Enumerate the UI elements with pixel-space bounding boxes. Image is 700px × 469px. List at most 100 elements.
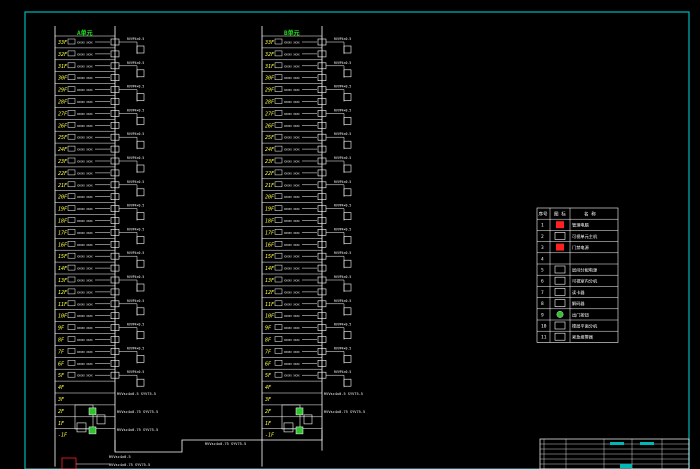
floor-label: 30F bbox=[57, 76, 68, 82]
legend-number: 1 bbox=[541, 223, 544, 229]
title-block-stamp bbox=[620, 464, 632, 468]
device-label: RVVP4×0.5 bbox=[334, 299, 351, 303]
device-caption: XXXXX XXXX bbox=[284, 136, 300, 140]
floor-label: 12F bbox=[265, 290, 275, 296]
device-label: RVVP4×0.5 bbox=[127, 85, 144, 89]
device-caption: XXXXX XXXX bbox=[77, 338, 93, 342]
device-label: RVVP4×0.5 bbox=[334, 227, 351, 231]
floor-label: 5F bbox=[265, 373, 272, 379]
device-caption: XXXXX XXXX bbox=[284, 374, 300, 378]
device-caption: XXXXX XXXX bbox=[284, 112, 300, 116]
device-caption: XXXXX XXXX bbox=[284, 338, 300, 342]
device-label: RVVP4×0.5 bbox=[334, 108, 351, 112]
drawing-canvas: A单元33F XXXXX XXXXRVVP4×0.532F XXXXX XXXX31… bbox=[0, 0, 700, 469]
bus-label: RVVsc4x0.75 SYV75-5 bbox=[109, 463, 150, 467]
device-label: RVVP4×0.5 bbox=[127, 227, 144, 231]
device-label: RVVP4×0.5 bbox=[334, 180, 351, 184]
device-caption: XXXXX XXXX bbox=[77, 171, 93, 175]
device-caption: XXXXX XXXX bbox=[284, 160, 300, 164]
device-caption: XXXXX XXXX bbox=[77, 136, 93, 140]
floor-label: 20F bbox=[58, 195, 68, 201]
floor-label: 13F bbox=[265, 278, 275, 284]
floor-label: 11F bbox=[265, 302, 275, 308]
device-label: RVVP4×0.5 bbox=[334, 156, 351, 160]
device-caption: XXXXX XXXX bbox=[77, 148, 93, 152]
floor-label: 24F bbox=[265, 147, 275, 153]
floor-label: 12F bbox=[58, 290, 68, 296]
device-caption: XXXXX XXXX bbox=[284, 52, 300, 56]
device-caption: XXXXX XXXX bbox=[284, 243, 300, 247]
floor-label: 9F bbox=[58, 326, 65, 332]
floor-label: 10F bbox=[58, 314, 68, 320]
device-caption: XXXXX XXXX bbox=[77, 231, 93, 235]
device-caption: XXXXX XXXX bbox=[284, 124, 300, 128]
device-caption: XXXXX XXXX bbox=[284, 302, 300, 306]
legend-name: 楼层平面分机 bbox=[572, 323, 598, 330]
exit-button-icon bbox=[295, 426, 304, 435]
device-label: RVVP4×0.5 bbox=[127, 251, 144, 255]
device-caption: XXXXX XXXX bbox=[77, 302, 93, 306]
device-caption: XXXXX XXXX bbox=[284, 314, 300, 318]
floor-label: 5F bbox=[58, 373, 65, 379]
floor-label: 11F bbox=[58, 302, 68, 308]
legend-exit-button-icon bbox=[556, 310, 564, 318]
device-caption: XXXXX XXXX bbox=[284, 231, 300, 235]
device-caption: XXXXX XXXX bbox=[77, 88, 93, 92]
legend-header: 序号 bbox=[539, 211, 548, 218]
floor-label: 23F bbox=[265, 159, 275, 165]
device-caption: XXXXX XXXX bbox=[284, 326, 300, 330]
floor-label: 28F bbox=[58, 100, 68, 106]
floor-label: 32F bbox=[264, 52, 275, 58]
floor-label: 31F bbox=[57, 64, 68, 70]
floor-label: 9F bbox=[265, 326, 272, 332]
floor-label: 29F bbox=[265, 88, 275, 94]
device-caption: XXXXX XXXX bbox=[284, 88, 300, 92]
device-label: RVVP4×0.5 bbox=[127, 132, 144, 136]
legend-number: 9 bbox=[541, 312, 544, 318]
bus-label: RVVsc4x0.75 SYV75-5 bbox=[205, 442, 246, 446]
floor-label: 25F bbox=[58, 135, 68, 141]
floor-label: 29F bbox=[58, 88, 68, 94]
device-label: RVVP4×0.5 bbox=[334, 85, 351, 89]
device-caption: XXXXX XXXX bbox=[284, 41, 300, 45]
floor-label: 26F bbox=[265, 123, 275, 129]
device-label: RVVP4×0.5 bbox=[127, 275, 144, 279]
floor-label: 14F bbox=[58, 266, 68, 272]
device-caption: XXXXX XXXX bbox=[284, 195, 300, 199]
device-caption: XXXXX XXXX bbox=[284, 183, 300, 187]
device-label: RVVP4×0.5 bbox=[334, 204, 351, 208]
device-caption: XXXXX XXXX bbox=[284, 148, 300, 152]
device-caption: XXXXX XXXX bbox=[77, 76, 93, 80]
floor-label: -1F bbox=[265, 433, 275, 439]
floor-label: 23F bbox=[58, 159, 68, 165]
device-caption: XXXXX XXXX bbox=[284, 219, 300, 223]
floor-label: -1F bbox=[58, 433, 68, 439]
floor-label: 10F bbox=[265, 314, 275, 320]
exit-button-icon bbox=[88, 426, 97, 435]
floor-label: 4F bbox=[58, 385, 65, 391]
floor-label: 26F bbox=[58, 123, 68, 129]
floor-label: 3F bbox=[57, 397, 65, 403]
floor-label: 19F bbox=[58, 207, 68, 213]
legend-header: 名 称 bbox=[584, 211, 596, 218]
floor-label: 21F bbox=[265, 183, 275, 189]
legend-header: 图 标 bbox=[554, 211, 566, 218]
floor-label: 27F bbox=[265, 111, 275, 117]
device-label: RVVP4×0.5 bbox=[127, 156, 144, 160]
device-caption: XXXXX XXXX bbox=[77, 243, 93, 247]
floor-label: 1F bbox=[58, 421, 65, 427]
floor-label: 24F bbox=[58, 147, 68, 153]
floor-label: 21F bbox=[58, 183, 68, 189]
device-label: RVVP4×0.5 bbox=[127, 346, 144, 350]
legend-number: 10 bbox=[541, 324, 547, 330]
legend-red-square-icon bbox=[556, 243, 564, 251]
device-caption: XXXXX XXXX bbox=[284, 279, 300, 283]
device-caption: XXXXX XXXX bbox=[77, 362, 93, 366]
floor-label: 8F bbox=[58, 338, 65, 344]
device-label: RVVP4×0.5 bbox=[334, 132, 351, 136]
title-block-stamp bbox=[610, 442, 624, 445]
device-caption: XXXXX XXXX bbox=[77, 350, 93, 354]
device-caption: XXXXX XXXX bbox=[284, 100, 300, 104]
device-caption: XXXXX XXXX bbox=[77, 183, 93, 187]
device-caption: XXXXX XXXX bbox=[284, 76, 300, 80]
